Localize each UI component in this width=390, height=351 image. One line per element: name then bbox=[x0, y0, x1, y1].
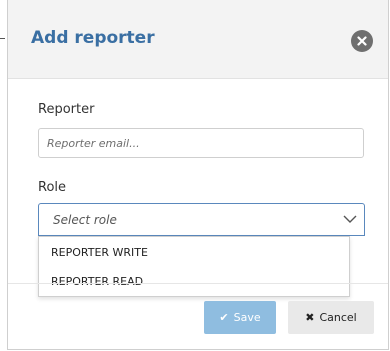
save-button-label: Save bbox=[233, 311, 261, 324]
dialog-header: Add reporter bbox=[8, 0, 388, 79]
x-icon: ✖ bbox=[305, 311, 315, 324]
dialog-title: Add reporter bbox=[31, 28, 155, 48]
background-line bbox=[0, 38, 5, 39]
add-reporter-dialog: Add reporter Reporter Role Select role R… bbox=[7, 0, 389, 350]
role-option-reporter-write[interactable]: REPORTER WRITE bbox=[51, 246, 148, 259]
close-icon bbox=[357, 36, 367, 46]
close-button[interactable] bbox=[351, 30, 373, 52]
footer-divider bbox=[8, 283, 388, 284]
cancel-button[interactable]: ✖ Cancel bbox=[288, 301, 374, 334]
chevron-down-icon bbox=[343, 215, 357, 223]
cancel-button-label: Cancel bbox=[319, 311, 357, 324]
reporter-label: Reporter bbox=[38, 102, 95, 117]
role-select[interactable]: Select role bbox=[38, 203, 365, 236]
role-label: Role bbox=[38, 180, 67, 195]
role-select-value: Select role bbox=[53, 213, 117, 227]
check-icon: ✔ bbox=[219, 311, 229, 324]
reporter-email-input[interactable] bbox=[38, 128, 364, 158]
role-option-reporter-read[interactable]: REPORTER READ bbox=[51, 275, 143, 288]
role-dropdown-list: REPORTER WRITE REPORTER READ bbox=[38, 236, 350, 297]
save-button[interactable]: ✔ Save bbox=[204, 301, 276, 334]
